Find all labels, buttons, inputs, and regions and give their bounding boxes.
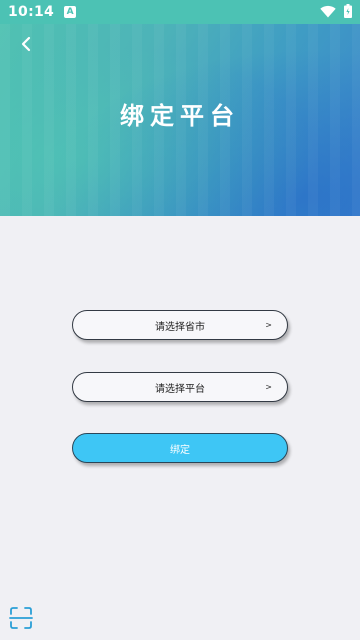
chevron-right-icon: >	[265, 382, 272, 392]
province-city-select[interactable]: 请选择省市 >	[72, 310, 288, 340]
notification-a-icon: A	[64, 6, 77, 18]
scan-icon	[9, 607, 33, 634]
battery-icon	[344, 3, 352, 22]
status-bar: 10:14 A	[0, 0, 360, 24]
scan-button[interactable]	[9, 606, 33, 630]
header-banner: 绑定平台	[0, 24, 360, 216]
chevron-right-icon: >	[265, 320, 272, 330]
bind-button-label: 绑定	[170, 444, 190, 456]
back-button[interactable]	[12, 32, 40, 60]
bind-button[interactable]: 绑定	[72, 433, 288, 463]
wifi-icon	[320, 3, 336, 22]
page-title: 绑定平台	[120, 102, 240, 130]
back-chevron-icon	[19, 36, 33, 56]
province-city-select-label: 请选择省市	[155, 321, 205, 333]
status-time: 10:14	[8, 4, 55, 20]
status-icons	[320, 3, 352, 22]
platform-select-label: 请选择平台	[155, 383, 205, 395]
platform-select[interactable]: 请选择平台 >	[72, 372, 288, 402]
